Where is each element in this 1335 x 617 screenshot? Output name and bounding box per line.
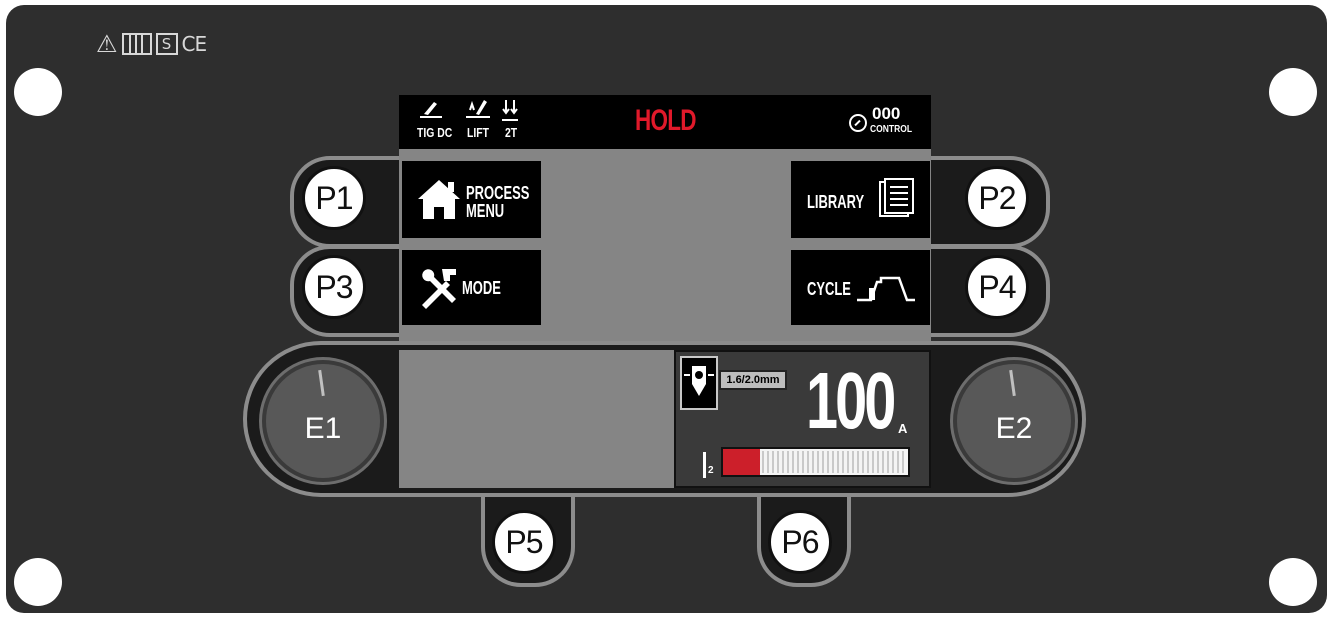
encoder-e2[interactable]: E2 xyxy=(953,360,1075,482)
cycle-softkey[interactable]: CYCLE xyxy=(791,250,930,325)
level-segment xyxy=(772,451,774,473)
electrode-size: 1.6/2.0mm xyxy=(719,370,787,390)
p1-button[interactable]: P1 xyxy=(302,166,366,230)
encoder-e1-indicator xyxy=(318,369,325,397)
level-segment xyxy=(862,451,864,473)
level-segment xyxy=(787,451,789,473)
knob-icon xyxy=(849,114,867,132)
level-segment xyxy=(887,451,889,473)
process-menu-label-2: MENU xyxy=(466,201,505,221)
encoder-e2-label: E2 xyxy=(995,412,1033,445)
level-segment xyxy=(817,451,819,473)
level-segment xyxy=(837,451,839,473)
level-segment xyxy=(847,451,849,473)
mount-hole xyxy=(14,558,62,606)
level-segment xyxy=(812,451,814,473)
torch-icon xyxy=(420,102,442,118)
level-segment xyxy=(802,451,804,473)
control-label: CONTROL xyxy=(870,124,913,135)
library-softkey[interactable]: LIBRARY xyxy=(791,161,930,238)
level-label: 2 xyxy=(708,465,714,476)
encoder-e1[interactable]: E1 xyxy=(262,360,384,482)
level-segment xyxy=(832,451,834,473)
mode-softkey[interactable]: MODE xyxy=(402,250,541,325)
trigger-icon xyxy=(502,100,518,121)
current-level-bar xyxy=(721,447,910,477)
mount-hole xyxy=(1269,68,1317,116)
process-menu-softkey[interactable]: PROCESS MENU xyxy=(402,161,541,238)
tools-icon xyxy=(422,269,456,309)
level-segment xyxy=(867,451,869,473)
level-segment xyxy=(842,451,844,473)
level-segment xyxy=(852,451,854,473)
p6-button[interactable]: P6 xyxy=(768,510,832,574)
level-segment xyxy=(807,451,809,473)
library-label: LIBRARY xyxy=(807,192,865,212)
trigger-label: 2T xyxy=(505,125,518,140)
encoder-e2-indicator xyxy=(1009,369,1016,397)
control-value: 000 xyxy=(872,104,901,123)
process-label: TIG DC xyxy=(417,125,453,140)
level-segment xyxy=(822,451,824,473)
current-value: 100 xyxy=(806,356,896,445)
ce-mark: CE xyxy=(181,32,208,56)
start-label: LIFT xyxy=(467,125,489,140)
level-segment xyxy=(892,451,894,473)
library-icon xyxy=(879,178,914,217)
mode-label: MODE xyxy=(462,278,501,298)
level-segment xyxy=(762,451,764,473)
mount-hole xyxy=(14,68,62,116)
cycle-label: CYCLE xyxy=(807,279,851,299)
p4-button[interactable]: P4 xyxy=(965,255,1029,319)
level-segment xyxy=(902,451,904,473)
process-menu-label: PROCESS xyxy=(466,183,530,203)
level-marker xyxy=(703,452,706,478)
level-segment xyxy=(897,451,899,473)
display-lower-left xyxy=(399,350,674,488)
p5-button[interactable]: P5 xyxy=(492,510,556,574)
electrode-icon xyxy=(680,356,718,410)
certification-marks: ⚠ S CE xyxy=(96,30,208,58)
p3-button[interactable]: P3 xyxy=(302,255,366,319)
s-mark-icon: S xyxy=(155,33,178,55)
p2-button[interactable]: P2 xyxy=(965,166,1029,230)
lift-arc-icon xyxy=(466,100,490,118)
level-segment xyxy=(882,451,884,473)
level-segment xyxy=(857,451,859,473)
cycle-icon xyxy=(857,276,915,302)
level-segment xyxy=(782,451,784,473)
level-segment xyxy=(767,451,769,473)
home-icon xyxy=(418,180,460,219)
level-segment xyxy=(872,451,874,473)
manual-icon xyxy=(121,33,152,55)
warning-icon: ⚠ xyxy=(96,30,118,58)
level-segment xyxy=(797,451,799,473)
level-segment xyxy=(792,451,794,473)
hold-indicator: HOLD xyxy=(635,104,697,137)
mount-hole xyxy=(1269,558,1317,606)
level-segment xyxy=(877,451,879,473)
level-segment xyxy=(777,451,779,473)
current-level-fill xyxy=(723,449,760,475)
current-unit: A xyxy=(898,421,908,436)
encoder-e1-label: E1 xyxy=(304,412,342,445)
level-segment xyxy=(827,451,829,473)
